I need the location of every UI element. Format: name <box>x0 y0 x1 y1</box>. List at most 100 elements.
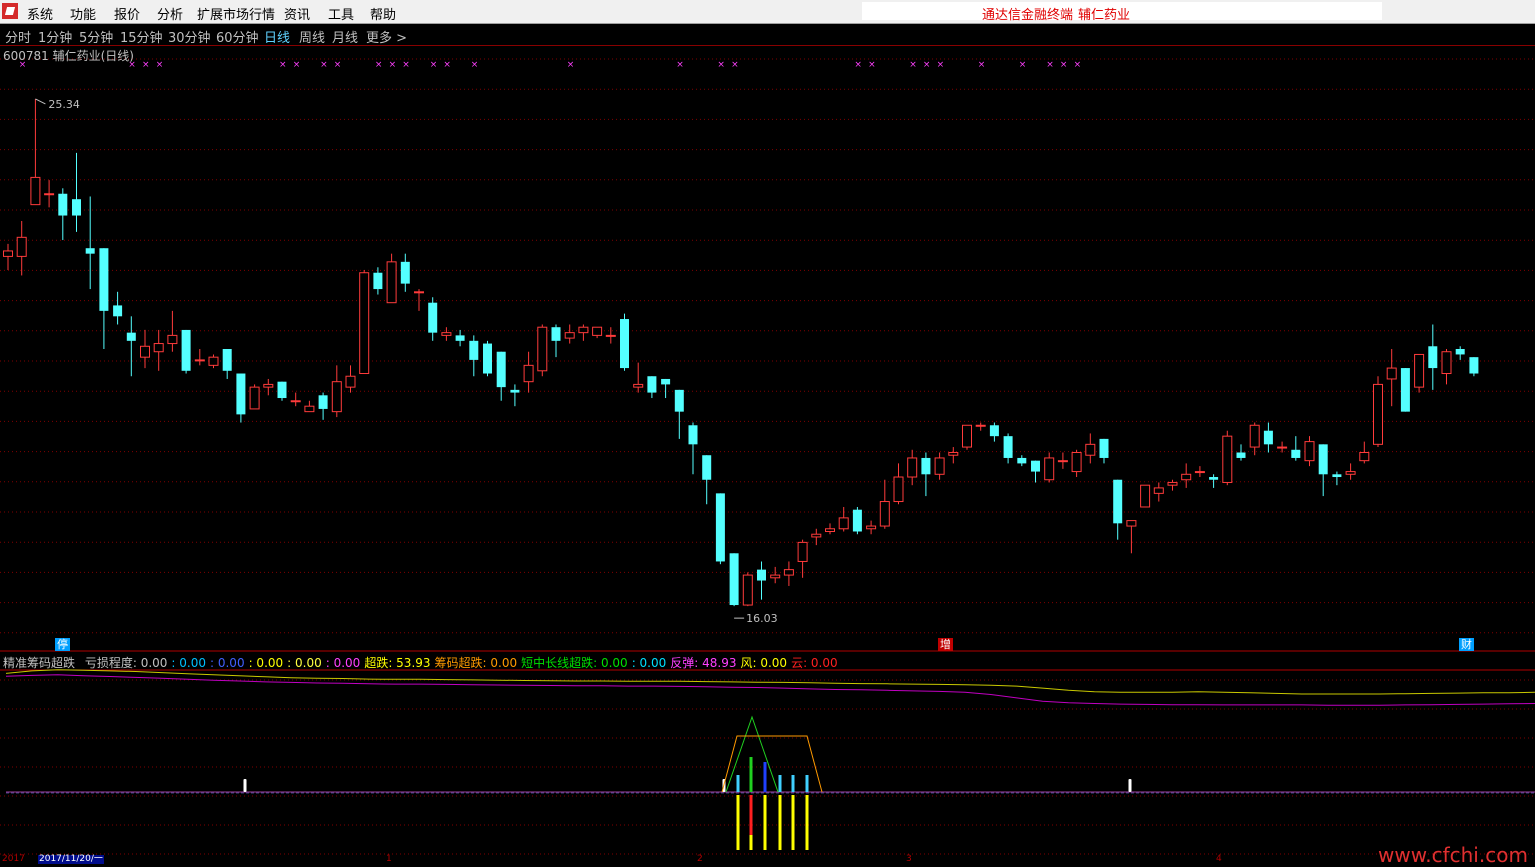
candle-body <box>359 272 370 375</box>
menu-item-help[interactable]: 帮助 <box>370 4 396 23</box>
indicator-value: : 0.00 <box>248 656 284 670</box>
chart-stock-title: 600781 辅仁药业(日线) <box>3 49 134 63</box>
indicator-value: 反弹: 48.93 <box>670 656 737 670</box>
candle-body <box>1469 357 1479 374</box>
candle-body <box>441 332 452 336</box>
candle-body <box>304 405 315 413</box>
candle-body <box>715 493 725 562</box>
indicator-value: 风: 0.00 <box>740 656 788 670</box>
candle-body <box>236 373 246 415</box>
candle-body <box>1126 520 1137 527</box>
menu-item-extended-market[interactable]: 扩展市场行情 <box>197 4 275 23</box>
low-price-label: 16.03 <box>746 612 778 625</box>
event-marker-share-increase[interactable]: 增 <box>938 638 953 651</box>
high-price-pointer <box>35 98 46 105</box>
indicator-line <box>5 674 1535 706</box>
candle-body <box>825 528 835 532</box>
indicator-value: : 0.00 <box>171 656 206 670</box>
period-tab-30min[interactable]: 30分钟 <box>168 27 211 46</box>
candle-body <box>113 305 123 317</box>
candle-body <box>838 517 849 530</box>
candle-body <box>1400 368 1410 412</box>
candle-body <box>633 383 644 388</box>
signal-cross-marker: × <box>389 60 397 70</box>
candle-body <box>551 327 561 341</box>
candle-body <box>770 574 781 579</box>
menu-item-quote[interactable]: 报价 <box>114 4 140 23</box>
candle-body <box>153 343 164 353</box>
period-tab-15min[interactable]: 15分钟 <box>120 27 163 46</box>
candle-body <box>742 574 753 606</box>
candle-body <box>16 236 27 257</box>
candle-body <box>126 332 136 341</box>
candle-body <box>1291 449 1301 458</box>
candle-body <box>44 193 55 196</box>
candle-body <box>1428 346 1438 369</box>
menu-item-tools[interactable]: 工具 <box>328 4 354 23</box>
candle-body <box>757 569 766 581</box>
candle-body <box>85 248 95 254</box>
signal-cross-marker: × <box>567 60 575 70</box>
candle-body <box>661 378 671 385</box>
date-axis-year: 2017 <box>2 854 25 864</box>
indicator-values: 亏损程度: 0.00: 0.00: 0.00: 0.00: 0.00: 0.00… <box>79 656 838 670</box>
menu-item-news[interactable]: 资讯 <box>284 4 310 23</box>
period-tab-5min[interactable]: 5分钟 <box>79 27 113 46</box>
candle-body <box>879 501 890 527</box>
event-marker-suspension[interactable]: 停 <box>55 638 70 651</box>
candle-body <box>907 457 918 478</box>
candle-body <box>1031 460 1040 472</box>
period-tab-daily[interactable]: 日线 <box>264 27 290 46</box>
candle-body <box>1277 446 1288 449</box>
candle-body <box>373 272 383 290</box>
candle-body <box>537 326 548 372</box>
period-tab-weekly[interactable]: 周线 <box>299 27 325 46</box>
signal-cross-marker: × <box>978 60 986 70</box>
candle-body <box>58 193 68 216</box>
candle-body <box>893 476 904 503</box>
candle-body <box>1414 353 1425 388</box>
signal-cross-marker: × <box>909 60 917 70</box>
signal-cross-marker: × <box>1060 60 1068 70</box>
candle-body <box>483 343 492 374</box>
signal-cross-marker: × <box>471 60 479 70</box>
date-axis-tick: 4 <box>1216 854 1222 864</box>
period-tab-intraday[interactable]: 分时 <box>5 27 31 46</box>
menu-item-analysis[interactable]: 分析 <box>157 4 183 23</box>
indicator-name[interactable]: 精准筹码超跌 <box>3 656 75 670</box>
candle-body <box>948 452 959 456</box>
candle-body <box>290 400 301 403</box>
signal-cross-marker: × <box>854 60 862 70</box>
period-tab-monthly[interactable]: 月线 <box>332 27 358 46</box>
period-tab-more[interactable]: 更多 > <box>366 27 407 46</box>
candle-body <box>194 359 205 362</box>
candle-body <box>1140 484 1151 508</box>
menu-item-system[interactable]: 系统 <box>27 4 53 23</box>
menu-item-function[interactable]: 功能 <box>70 4 96 23</box>
candle-body <box>1085 443 1096 456</box>
app-logo-icon[interactable] <box>2 3 18 19</box>
event-marker-financial-report[interactable]: 财 <box>1459 638 1474 651</box>
period-tab-1min[interactable]: 1分钟 <box>38 27 72 46</box>
candle-body <box>1017 457 1027 464</box>
signal-cross-marker: × <box>676 60 684 70</box>
signal-cross-marker: × <box>375 60 383 70</box>
signal-cross-marker: × <box>923 60 931 70</box>
candle-body <box>797 541 808 562</box>
candle-body <box>1332 474 1342 478</box>
watermark: www.cfchi.com <box>1378 843 1528 867</box>
signal-cross-marker: × <box>731 60 739 70</box>
signal-cross-marker: × <box>430 60 438 70</box>
candle-body <box>1194 471 1205 474</box>
kline-chart[interactable]: × × × × × × × × × × × × × × × × × × × × × × × × × × × ×25.3416.03 <box>0 45 1535 855</box>
period-tab-60min[interactable]: 60分钟 <box>216 27 259 46</box>
candle-body <box>167 334 178 345</box>
signal-cross-marker: × <box>717 60 725 70</box>
candle-body <box>249 386 260 410</box>
signal-cross-marker: × <box>1074 60 1082 70</box>
candle-body <box>181 329 191 371</box>
candle-body <box>414 291 424 294</box>
indicator-value: 超跌: 53.93 <box>364 656 431 670</box>
candle-body <box>1359 452 1370 462</box>
candle-body <box>811 533 822 538</box>
